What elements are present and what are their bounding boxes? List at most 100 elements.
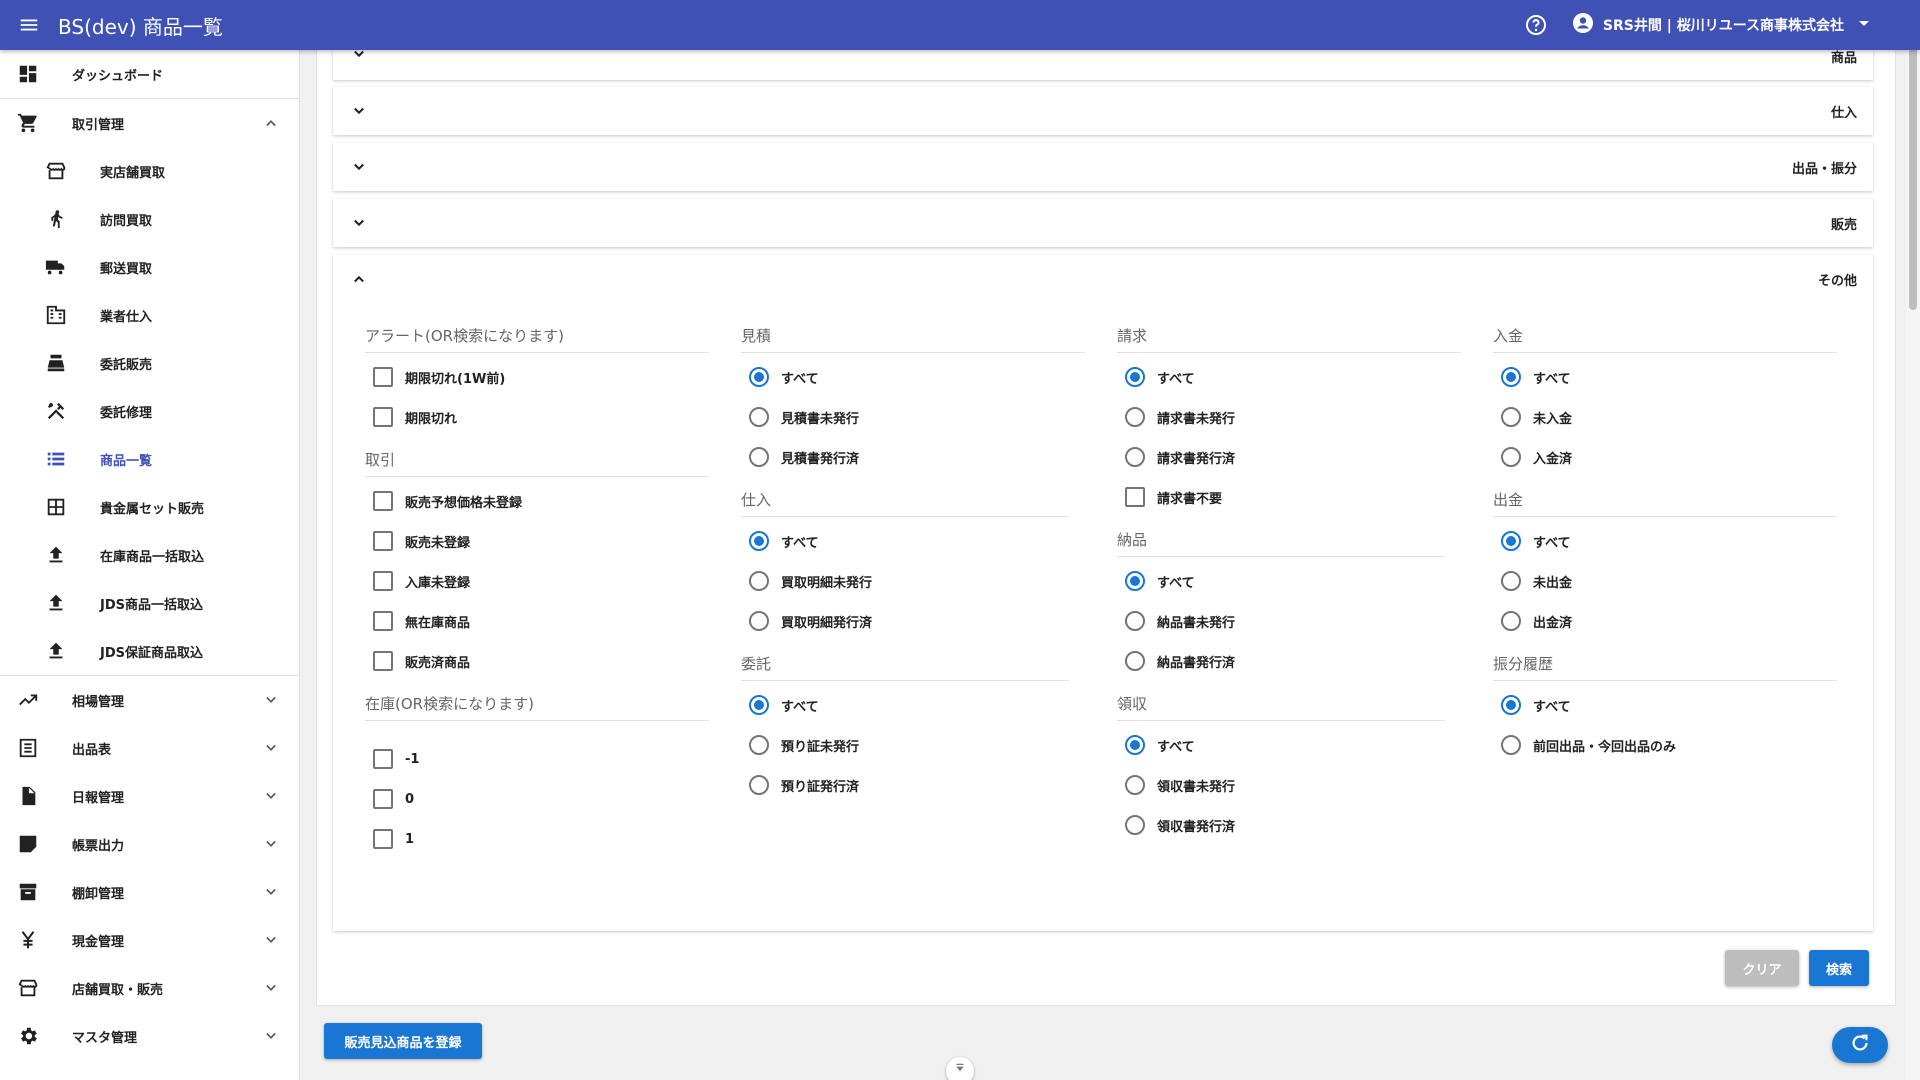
panel-shiire[interactable]: 仕入 xyxy=(333,87,1873,135)
search-button[interactable]: 検索 xyxy=(1809,950,1869,986)
menu-icon[interactable] xyxy=(0,0,58,50)
sidebar-item-soba[interactable]: 相場管理 xyxy=(0,676,299,724)
radio-option[interactable]: すべて xyxy=(1493,357,1837,397)
panel-hanbai[interactable]: 販売 xyxy=(333,199,1873,247)
radio-option[interactable]: 見積書発行済 xyxy=(741,437,1085,477)
chevron-down-icon xyxy=(261,786,281,810)
sidebar-item-gyosha[interactable]: 業者仕入 xyxy=(0,291,299,339)
radio-option[interactable]: すべて xyxy=(1117,561,1461,601)
sidebar-item-tenpo[interactable]: 店舗買取・販売 xyxy=(0,964,299,1012)
section-title: 在庫(OR検索になります) xyxy=(365,687,709,721)
sidebar-item-jittenpo[interactable]: 実店舗買取 xyxy=(0,147,299,195)
section-title: 取引 xyxy=(365,443,709,477)
section-title: 見積 xyxy=(741,319,1085,353)
chevron-down-icon xyxy=(261,930,281,954)
section-title: 納品 xyxy=(1117,523,1445,557)
panel-sonota-header[interactable]: その他 xyxy=(333,255,1873,303)
sidebar-item-itaku-hanbai[interactable]: 委託販売 xyxy=(0,339,299,387)
sidebar-item-genkin[interactable]: 現金管理 xyxy=(0,916,299,964)
gear-icon xyxy=(0,1012,56,1060)
page-scrollbar[interactable] xyxy=(1906,0,1920,1080)
radio-option[interactable]: すべて xyxy=(1493,521,1837,561)
radio-option[interactable]: 未出金 xyxy=(1493,561,1837,601)
list-alt-icon xyxy=(0,724,56,772)
radio-option[interactable]: すべて xyxy=(1117,725,1461,765)
store-icon xyxy=(28,147,84,195)
radio-option[interactable]: すべて xyxy=(1117,357,1461,397)
radio-option[interactable]: 出金済 xyxy=(1493,601,1837,641)
checkbox-option[interactable]: 期限切れ xyxy=(365,397,709,437)
sidebar-item-kikinzoku[interactable]: 貴金属セット販売 xyxy=(0,483,299,531)
sidebar-item-torihiki[interactable]: 取引管理 xyxy=(0,99,299,147)
chevron-up-icon xyxy=(261,113,281,137)
chevron-down-icon xyxy=(347,211,371,235)
upload-icon xyxy=(28,579,84,627)
radio-option[interactable]: すべて xyxy=(741,357,1085,397)
checkbox-option[interactable]: 0 xyxy=(365,779,709,819)
panel-shohin[interactable]: 商品 xyxy=(333,50,1873,80)
radio-option[interactable]: 買取明細未発行 xyxy=(741,561,1085,601)
radio-option[interactable]: 納品書未発行 xyxy=(1117,601,1461,641)
radio-option[interactable]: すべて xyxy=(1493,685,1837,725)
section-title: 領収 xyxy=(1117,687,1445,721)
radio-option[interactable]: すべて xyxy=(741,685,1085,725)
clear-button[interactable]: クリア xyxy=(1725,950,1799,986)
radio-option[interactable]: 入金済 xyxy=(1493,437,1837,477)
scrollbar-thumb[interactable] xyxy=(1909,45,1917,310)
radio-option[interactable]: 見積書未発行 xyxy=(741,397,1085,437)
section-title: 仕入 xyxy=(741,483,1069,517)
radio-option[interactable]: 前回出品・今回出品のみ xyxy=(1493,725,1837,765)
radio-option[interactable]: 請求書未発行 xyxy=(1117,397,1461,437)
sidebar-item-yuso[interactable]: 郵送買取 xyxy=(0,243,299,291)
checkbox-option[interactable]: -1 xyxy=(365,739,709,779)
chevron-down-icon xyxy=(261,978,281,1002)
checkbox-option[interactable]: 販売未登録 xyxy=(365,521,709,561)
checkbox-option[interactable]: 入庫未登録 xyxy=(365,561,709,601)
radio-option[interactable]: 買取明細発行済 xyxy=(741,601,1085,641)
radio-option[interactable]: 預り証未発行 xyxy=(741,725,1085,765)
section-title: 請求 xyxy=(1117,319,1461,353)
business-icon xyxy=(28,291,84,339)
sidebar-item-zaiko-torikomi[interactable]: 在庫商品一括取込 xyxy=(0,531,299,579)
sidebar-item-itaku-shuri[interactable]: 委託修理 xyxy=(0,387,299,435)
radio-option[interactable]: すべて xyxy=(741,521,1085,561)
sidebar-item-shuppinhyo[interactable]: 出品表 xyxy=(0,724,299,772)
user-name: SRS井間 | 桜川リユース商事株式会社 xyxy=(1602,18,1844,34)
panel-shuppin[interactable]: 出品・振分 xyxy=(333,143,1873,191)
scroll-down-button[interactable] xyxy=(946,1057,974,1080)
checkbox-option[interactable]: 販売予想価格未登録 xyxy=(365,481,709,521)
search-card: 商品 仕入 出品・振分 販売 その他 アラート(OR検索になります) 期限切れ(… xyxy=(316,50,1896,1006)
sidebar-item-master[interactable]: マスタ管理 xyxy=(0,1012,299,1060)
checkbox-option[interactable]: 販売済商品 xyxy=(365,641,709,681)
checkbox-option[interactable]: 期限切れ(1W前) xyxy=(365,357,709,397)
sidebar-item-shohin-ichiran[interactable]: 商品一覧 xyxy=(0,435,299,483)
sidebar-item-jds-torikomi[interactable]: JDS商品一括取込 xyxy=(0,579,299,627)
checkbox-option[interactable]: 1 xyxy=(365,819,709,859)
sidebar: ダッシュボード 取引管理 実店舗買取 訪問買取 郵送買取 業者仕入 委託販売 委… xyxy=(0,50,300,1080)
refresh-button[interactable] xyxy=(1832,1027,1888,1063)
sidebar-item-jds-hosho[interactable]: JDS保証商品取込 xyxy=(0,627,299,675)
account-icon xyxy=(1571,11,1595,39)
radio-option[interactable]: 未入金 xyxy=(1493,397,1837,437)
radio-option[interactable]: 領収書未発行 xyxy=(1117,765,1461,805)
chevron-down-icon xyxy=(261,738,281,762)
sidebar-item-homon[interactable]: 訪問買取 xyxy=(0,195,299,243)
main-content: 商品 仕入 出品・振分 販売 その他 アラート(OR検索になります) 期限切れ(… xyxy=(316,50,1910,1080)
sidebar-item-tanaoroshi[interactable]: 棚卸管理 xyxy=(0,868,299,916)
sidebar-item-chohyo[interactable]: 帳票出力 xyxy=(0,820,299,868)
radio-option[interactable]: 預り証発行済 xyxy=(741,765,1085,805)
checkbox-option[interactable]: 無在庫商品 xyxy=(365,601,709,641)
column-mitsumori: 見積 すべて 見積書未発行 見積書発行済 仕入 すべて 買取明細未発行 買取明細… xyxy=(741,319,1085,805)
upload-icon xyxy=(28,627,84,675)
radio-option[interactable]: 領収書発行済 xyxy=(1117,805,1461,845)
radio-option[interactable]: 納品書発行済 xyxy=(1117,641,1461,681)
radio-option[interactable]: 請求書発行済 xyxy=(1117,437,1461,477)
grid-icon xyxy=(28,483,84,531)
user-menu[interactable]: SRS井間 | 桜川リユース商事株式会社 xyxy=(1571,11,1876,39)
sidebar-item-dashboard[interactable]: ダッシュボード xyxy=(0,50,299,98)
register-prospect-button[interactable]: 販売見込商品を登録 xyxy=(324,1023,482,1059)
chevron-down-icon xyxy=(261,690,281,714)
sidebar-item-nippo[interactable]: 日報管理 xyxy=(0,772,299,820)
checkbox-option[interactable]: 請求書不要 xyxy=(1117,477,1461,517)
help-icon[interactable] xyxy=(1511,0,1561,50)
